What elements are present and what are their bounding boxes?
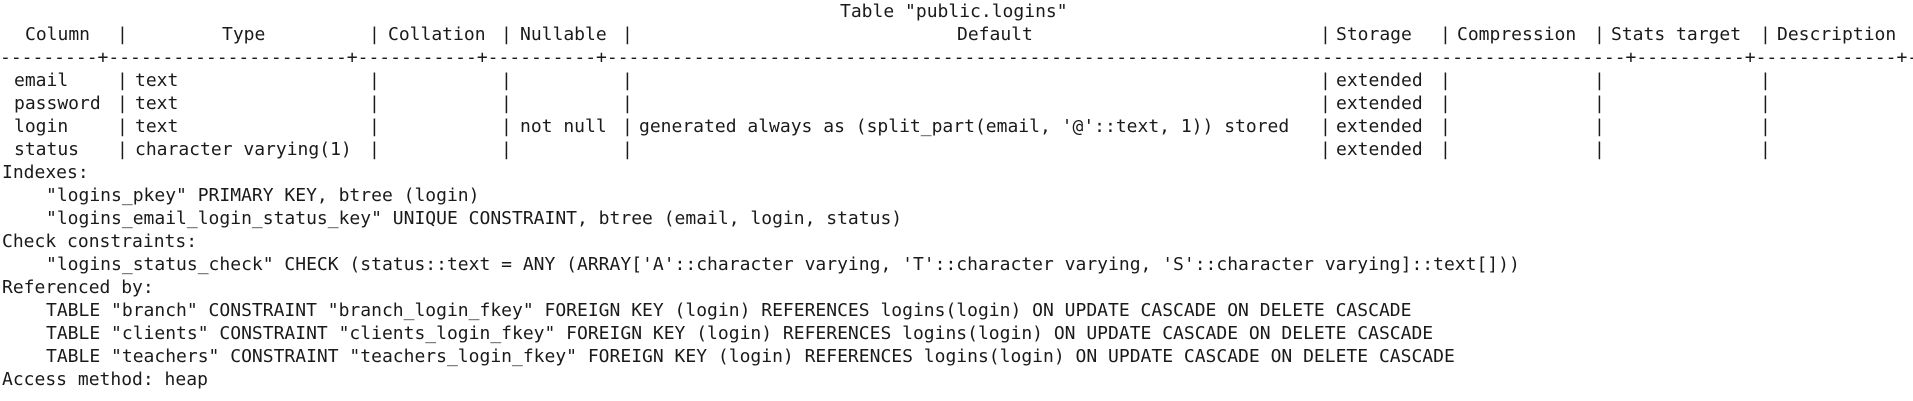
- cell-column: status: [14, 139, 80, 160]
- separator: |: [1760, 93, 1771, 114]
- check-line: "logins_status_check" CHECK (status::tex…: [0, 253, 1913, 276]
- header-default: Default: [957, 24, 1033, 45]
- header-rule: ---------+----------------------+-------…: [0, 46, 1913, 69]
- table-title: Table "public.logins": [840, 1, 1068, 22]
- separator: |: [1320, 139, 1331, 160]
- table-row: password | text | | | | extended | | |: [0, 92, 1913, 115]
- cell-storage: extended: [1336, 70, 1423, 91]
- cell-type: character varying(1): [135, 139, 352, 160]
- separator: |: [1440, 139, 1451, 160]
- cell-column: email: [14, 70, 69, 91]
- cell-storage: extended: [1336, 93, 1423, 114]
- header-collation: Collation: [388, 24, 486, 45]
- terminal-output: Table "public.logins" Column | Type | Co…: [0, 0, 1913, 401]
- separator: |: [1760, 70, 1771, 91]
- separator: |: [1320, 93, 1331, 114]
- check-heading: Check constraints:: [0, 230, 1913, 253]
- separator: |: [501, 139, 512, 160]
- separator: |: [369, 93, 380, 114]
- header-row: Column | Type | Collation | Nullable | D…: [0, 23, 1913, 46]
- cell-type: text: [135, 93, 179, 114]
- separator: |: [1320, 70, 1331, 91]
- dash-rule: ---------+----------------------+-------…: [0, 47, 1913, 68]
- separator: |: [501, 93, 512, 114]
- separator: |: [1440, 70, 1451, 91]
- table-row: status | character varying(1) | | | | ex…: [0, 138, 1913, 161]
- separator: |: [1760, 24, 1771, 45]
- header-storage: Storage: [1336, 24, 1412, 45]
- referenced-entry: TABLE "branch" CONSTRAINT "branch_login_…: [46, 300, 1412, 321]
- index-line: "logins_pkey" PRIMARY KEY, btree (login): [0, 184, 1913, 207]
- index-entry: "logins_email_login_status_key" UNIQUE C…: [46, 208, 903, 229]
- separator: |: [1440, 93, 1451, 114]
- separator: |: [1760, 139, 1771, 160]
- separator: |: [501, 24, 512, 45]
- referenced-entry: TABLE "clients" CONSTRAINT "clients_logi…: [46, 323, 1434, 344]
- referenced-entry: TABLE "teachers" CONSTRAINT "teachers_lo…: [46, 346, 1455, 367]
- cell-column: login: [14, 116, 69, 137]
- separator: |: [622, 24, 633, 45]
- cell-type: text: [135, 116, 179, 137]
- separator: |: [622, 93, 633, 114]
- indexes-label: Indexes:: [2, 162, 89, 183]
- separator: |: [501, 116, 512, 137]
- indexes-heading: Indexes:: [0, 161, 1913, 184]
- separator: |: [1594, 24, 1605, 45]
- cell-column: password: [14, 93, 101, 114]
- separator: |: [1594, 116, 1605, 137]
- header-compression: Compression: [1457, 24, 1577, 45]
- cell-storage: extended: [1336, 139, 1423, 160]
- header-stats-target: Stats target: [1611, 24, 1742, 45]
- header-nullable: Nullable: [520, 24, 607, 45]
- separator: |: [117, 24, 128, 45]
- separator: |: [117, 70, 128, 91]
- separator: |: [369, 24, 380, 45]
- table-row: email | text | | | | extended | | |: [0, 69, 1913, 92]
- header-type: Type: [222, 24, 266, 45]
- check-entry: "logins_status_check" CHECK (status::tex…: [46, 254, 1520, 275]
- separator: |: [622, 70, 633, 91]
- referenced-line: TABLE "clients" CONSTRAINT "clients_logi…: [0, 322, 1913, 345]
- separator: |: [622, 139, 633, 160]
- referenced-line: TABLE "branch" CONSTRAINT "branch_login_…: [0, 299, 1913, 322]
- separator: |: [1594, 70, 1605, 91]
- separator: |: [622, 116, 633, 137]
- separator: |: [1320, 116, 1331, 137]
- check-label: Check constraints:: [2, 231, 198, 252]
- separator: |: [1594, 93, 1605, 114]
- separator: |: [1760, 116, 1771, 137]
- cell-storage: extended: [1336, 116, 1423, 137]
- separator: |: [1594, 139, 1605, 160]
- separator: |: [1320, 24, 1331, 45]
- header-description: Description: [1777, 24, 1897, 45]
- access-method: Access method: heap: [2, 369, 208, 390]
- cell-type: text: [135, 70, 179, 91]
- separator: |: [1440, 24, 1451, 45]
- cell-default: generated always as (split_part(email, '…: [639, 116, 1290, 137]
- cell-nullable: not null: [520, 116, 607, 137]
- referenced-label: Referenced by:: [2, 277, 154, 298]
- separator: |: [501, 70, 512, 91]
- index-entry: "logins_pkey" PRIMARY KEY, btree (login): [46, 185, 480, 206]
- title-line: Table "public.logins": [0, 0, 1913, 23]
- separator: |: [369, 70, 380, 91]
- separator: |: [369, 116, 380, 137]
- separator: |: [117, 93, 128, 114]
- separator: |: [117, 116, 128, 137]
- index-line: "logins_email_login_status_key" UNIQUE C…: [0, 207, 1913, 230]
- referenced-line: TABLE "teachers" CONSTRAINT "teachers_lo…: [0, 345, 1913, 368]
- table-row: login | text | | not null | generated al…: [0, 115, 1913, 138]
- referenced-heading: Referenced by:: [0, 276, 1913, 299]
- access-method-line: Access method: heap: [0, 368, 1913, 391]
- separator: |: [1440, 116, 1451, 137]
- header-column: Column: [25, 24, 91, 45]
- separator: |: [369, 139, 380, 160]
- separator: |: [117, 139, 128, 160]
